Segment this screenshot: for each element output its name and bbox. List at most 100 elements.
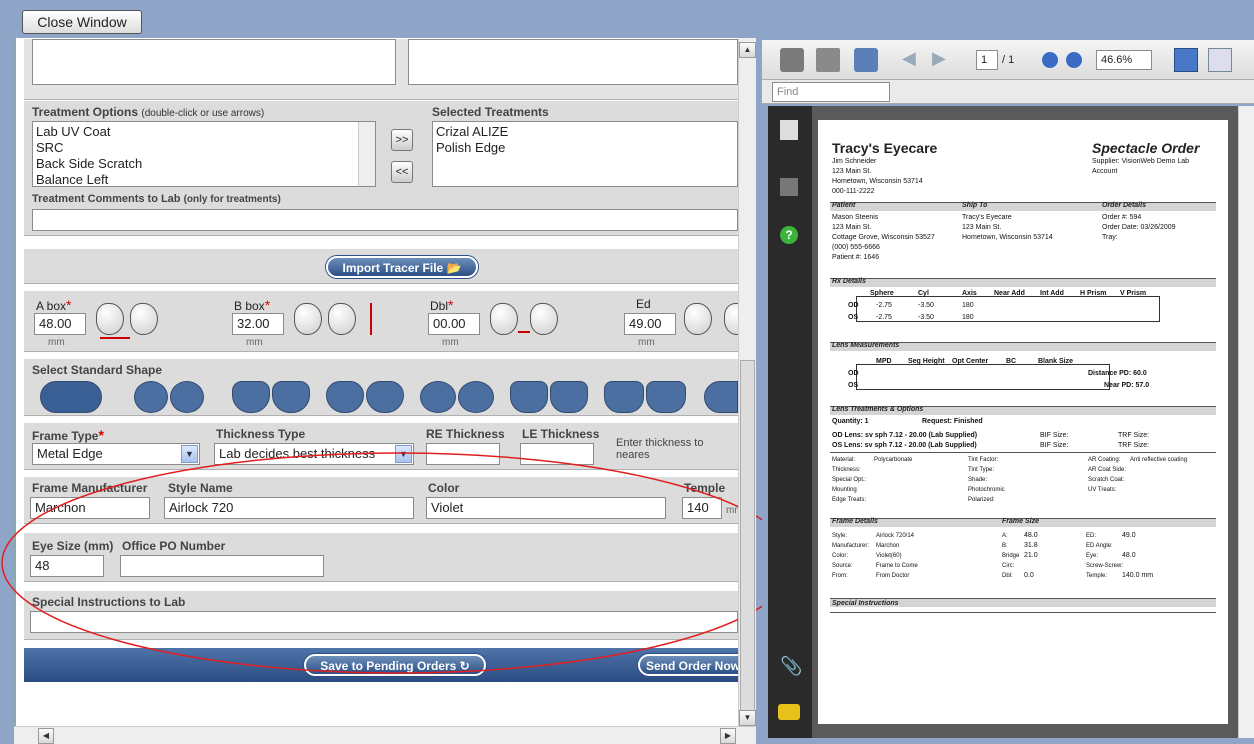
shape-option[interactable] — [420, 381, 456, 413]
close-window-button[interactable]: Close Window — [22, 10, 142, 34]
doc-heading: Lens Measurements — [832, 342, 900, 349]
binoculars-icon[interactable] — [780, 178, 798, 196]
scroll-left-icon[interactable]: ◀ — [38, 728, 54, 744]
shape-option[interactable] — [458, 381, 494, 413]
standard-shape-section: Select Standard Shape — [24, 358, 738, 416]
list-item[interactable]: Crizal ALIZE — [436, 124, 734, 140]
list-item[interactable]: Lab UV Coat — [36, 124, 372, 140]
abox-input[interactable]: 48.00 — [34, 313, 86, 335]
doc-text: A: — [1002, 533, 1008, 539]
rx-cell: -3.50 — [918, 302, 934, 309]
shape-option[interactable] — [272, 381, 310, 413]
doc-text: 48.0 — [1024, 532, 1038, 539]
doc-text: Tray: — [1102, 234, 1118, 241]
doc-text: Cottage Grove, Wisconsin 53527 — [832, 234, 935, 241]
ed-input[interactable]: 49.00 — [624, 313, 676, 335]
shape-option[interactable] — [134, 381, 168, 413]
dbl-input[interactable]: 00.00 — [428, 313, 480, 335]
pages-icon[interactable] — [780, 120, 798, 140]
treatment-options-label: Treatment Options (double-click or use a… — [32, 105, 265, 119]
notes-right-field[interactable] — [408, 39, 738, 85]
scroll-down-icon[interactable]: ▼ — [739, 710, 756, 726]
ed-lens-icon — [724, 303, 738, 335]
treatment-list-scrollbar[interactable] — [358, 122, 375, 186]
remove-treatment-button[interactable]: << — [391, 161, 413, 183]
previous-page-icon[interactable]: ◀ — [902, 48, 926, 72]
print-icon[interactable] — [780, 48, 804, 72]
import-tracer-button[interactable]: Import Tracer File 📂 — [326, 256, 478, 278]
treatment-options-list[interactable]: Lab UV Coat SRC Back Side Scratch Balanc… — [32, 121, 376, 187]
scroll-up-icon[interactable]: ▲ — [739, 42, 756, 58]
ed-lens-icon — [684, 303, 712, 335]
doc-text: Anti reflective coating — [1130, 457, 1188, 463]
doc-text: (000) 555-6666 — [832, 244, 880, 251]
rx-cell: 180 — [962, 314, 974, 321]
doc-text: Request: Finished — [922, 418, 983, 425]
treatment-comments-field[interactable] — [32, 209, 738, 231]
list-item[interactable]: Balance Left — [36, 172, 372, 186]
form-horizontal-scrollbar[interactable]: ◀ ▶ — [14, 726, 756, 744]
shape-option[interactable] — [326, 381, 364, 413]
find-input[interactable]: Find — [772, 82, 890, 102]
form-vertical-scrollbar[interactable]: ▲ ▼ — [738, 38, 756, 732]
zoom-in-icon[interactable] — [1066, 52, 1082, 68]
scroll-right-icon[interactable]: ▶ — [720, 728, 736, 744]
notes-left-field[interactable] — [32, 39, 396, 85]
lm-col: Seg Height — [908, 358, 945, 365]
list-item[interactable]: Back Side Scratch — [36, 156, 372, 172]
doc-text: Scratch Coat: — [1088, 477, 1125, 483]
rx-col: Axis — [962, 290, 977, 297]
doc-text: Color: — [832, 553, 849, 559]
next-page-icon[interactable]: ▶ — [932, 48, 956, 72]
bbox-unit: mm — [246, 337, 263, 348]
dbl-lens-icon — [530, 303, 558, 335]
doc-divider — [830, 452, 1216, 453]
doc-company: Tracy's Eyecare — [832, 140, 938, 156]
doc-supplier: Supplier: VisionWeb Demo Lab — [1092, 158, 1190, 165]
zoom-out-icon[interactable] — [1042, 52, 1058, 68]
fit-page-icon[interactable] — [1208, 48, 1232, 72]
help-icon[interactable]: ? — [780, 226, 798, 244]
save-icon[interactable] — [816, 48, 840, 72]
fit-width-icon[interactable] — [1174, 48, 1198, 72]
doc-text: OS Lens: sv sph 7.12 - 20.00 (Lab Suppli… — [832, 442, 977, 449]
notes-section — [24, 38, 738, 100]
rx-col: Int Add — [1040, 290, 1064, 297]
shape-option[interactable] — [366, 381, 404, 413]
shape-option[interactable] — [232, 381, 270, 413]
lm-row-label: OS — [848, 382, 859, 389]
shape-option[interactable] — [510, 381, 548, 413]
bbox-lens-icon — [328, 303, 356, 335]
shape-option-custom[interactable] — [40, 381, 102, 413]
doc-text: 140.0 mm — [1122, 572, 1154, 579]
pdf-vertical-scrollbar[interactable] — [1238, 106, 1254, 738]
page-number-input[interactable]: 1 — [976, 50, 998, 70]
shape-option[interactable] — [550, 381, 588, 413]
doc-heading: Lens Treatments & Options — [832, 406, 924, 413]
tracer-section: Import Tracer File 📂 — [24, 248, 738, 284]
shape-option[interactable] — [170, 381, 204, 413]
list-item[interactable]: Polish Edge — [436, 140, 734, 156]
shape-option[interactable] — [604, 381, 644, 413]
rx-col: Sphere — [870, 290, 894, 297]
doc-text: Distance PD: 60.0 — [1088, 370, 1147, 377]
add-treatment-button[interactable]: >> — [391, 129, 413, 151]
bbox-label: B box* — [234, 297, 271, 313]
shape-option[interactable] — [646, 381, 686, 413]
list-item[interactable]: SRC — [36, 140, 372, 156]
bbox-input[interactable]: 32.00 — [232, 313, 284, 335]
doc-text: 31.8 — [1024, 542, 1038, 549]
email-icon[interactable] — [854, 48, 878, 72]
shape-option[interactable] — [704, 381, 738, 413]
attachment-icon[interactable]: 📎 — [780, 656, 802, 678]
zoom-level-input[interactable]: 46.6% — [1096, 50, 1152, 70]
comments-icon[interactable] — [778, 704, 800, 720]
doc-text: Screw-Screw: — [1086, 563, 1124, 569]
doc-text: B: — [1002, 543, 1008, 549]
doc-text: 21.0 — [1024, 552, 1038, 559]
doc-text: Tracy's Eyecare — [962, 214, 1012, 221]
selected-treatments-list[interactable]: Crizal ALIZE Polish Edge — [432, 121, 738, 187]
scroll-thumb[interactable] — [740, 360, 755, 730]
doc-address-line: 000-111-2222 — [832, 188, 875, 195]
doc-text: 123 Main St. — [832, 224, 872, 231]
